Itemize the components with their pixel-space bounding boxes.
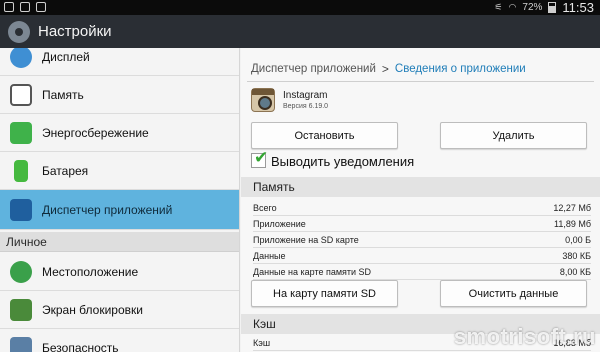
divider bbox=[247, 81, 594, 82]
sidebar-item-power-saving[interactable]: Энергосбережение bbox=[0, 114, 239, 152]
security-icon bbox=[10, 336, 32, 352]
breadcrumb-parent[interactable]: Диспетчер приложений bbox=[251, 63, 376, 75]
app-manager-icon bbox=[10, 198, 32, 221]
move-to-sd-button[interactable]: На карту памяти SD bbox=[251, 280, 398, 307]
notification-icons bbox=[4, 2, 46, 12]
notifications-checkbox[interactable]: ✔ bbox=[251, 149, 268, 168]
notification-icon bbox=[4, 2, 14, 12]
chevron-right-icon: > bbox=[381, 62, 389, 76]
app-name: Instagram bbox=[283, 90, 328, 101]
gallery-icon bbox=[20, 2, 30, 12]
breadcrumb-current: Сведения о приложении bbox=[394, 63, 526, 75]
sd-card-icon bbox=[10, 83, 32, 106]
memory-row: Данные на карте памяти SD 8,00 КБ bbox=[253, 264, 591, 280]
app-info-panel: Диспетчер приложений > Сведения о прилож… bbox=[241, 48, 600, 352]
memory-row: Приложение на SD карте 0,00 Б bbox=[253, 232, 591, 248]
memory-row: Всего 12,27 Мб bbox=[253, 200, 591, 216]
lock-screen-icon bbox=[10, 298, 32, 321]
location-icon bbox=[10, 260, 32, 283]
force-stop-button[interactable]: Остановить bbox=[251, 122, 398, 149]
memory-row: Приложение 11,89 Мб bbox=[253, 216, 591, 232]
memory-section-header: Память bbox=[241, 177, 600, 197]
uninstall-button[interactable]: Удалить bbox=[440, 122, 587, 149]
sidebar-item-battery[interactable]: Батарея bbox=[0, 152, 239, 190]
breadcrumb: Диспетчер приложений > Сведения о прилож… bbox=[251, 62, 526, 76]
status-bar: ⚟ ◠ 72% 11:53 bbox=[0, 0, 600, 15]
sidebar-section-personal: Личное bbox=[0, 232, 239, 252]
battery-percent: 72% bbox=[522, 2, 543, 13]
instagram-notification-icon bbox=[36, 2, 46, 12]
sidebar-item-location[interactable]: Местоположение bbox=[0, 253, 239, 291]
app-version: Версия 6.19.0 bbox=[283, 103, 329, 110]
watermark: smotrisoft.ru bbox=[453, 324, 596, 349]
settings-sidebar: Дисплей Память Энергосбережение Батарея … bbox=[0, 48, 240, 352]
settings-gear-icon[interactable] bbox=[8, 20, 30, 43]
sidebar-item-security[interactable]: Безопасность bbox=[0, 329, 239, 352]
signal-icon: ⚟ bbox=[494, 2, 503, 12]
sidebar-item-lock-screen[interactable]: Экран блокировки bbox=[0, 291, 239, 329]
memory-row: Данные 380 КБ bbox=[253, 248, 591, 264]
battery-icon bbox=[14, 159, 28, 182]
sidebar-item-display[interactable]: Дисплей bbox=[0, 48, 239, 76]
instagram-icon bbox=[251, 88, 275, 112]
clock: 11:53 bbox=[562, 0, 594, 15]
power-saving-icon bbox=[10, 121, 32, 144]
sidebar-item-memory[interactable]: Память bbox=[0, 76, 239, 114]
action-bar: Настройки bbox=[0, 15, 600, 48]
wifi-icon: ◠ bbox=[508, 2, 517, 12]
app-title: Настройки bbox=[38, 23, 112, 40]
display-icon bbox=[10, 48, 32, 68]
battery-icon bbox=[548, 2, 557, 13]
checkmark-icon: ✔ bbox=[254, 148, 269, 167]
clear-data-button[interactable]: Очистить данные bbox=[440, 280, 587, 307]
notifications-label: Выводить уведомления bbox=[271, 154, 415, 169]
sidebar-item-app-manager[interactable]: Диспетчер приложений bbox=[0, 190, 239, 230]
